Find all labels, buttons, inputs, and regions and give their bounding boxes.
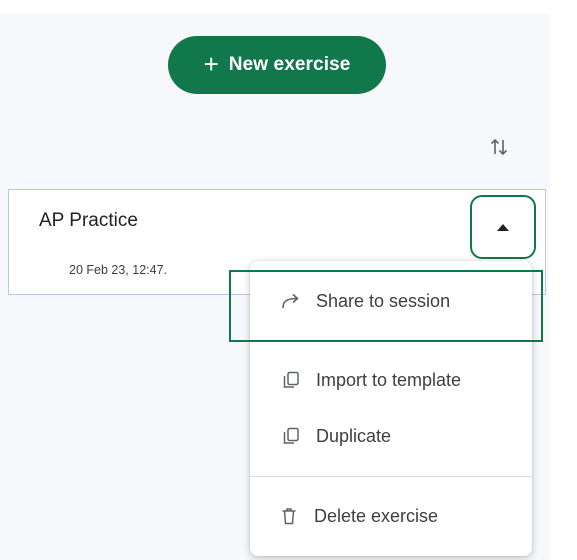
collapse-menu-button[interactable] bbox=[470, 195, 536, 259]
trash-icon bbox=[278, 505, 300, 527]
menu-item-label: Delete exercise bbox=[314, 505, 439, 526]
plus-icon: + bbox=[203, 49, 219, 79]
menu-divider bbox=[250, 476, 532, 477]
sort-arrows-icon[interactable] bbox=[486, 134, 512, 160]
exercise-title: AP Practice bbox=[39, 210, 138, 231]
exercise-options-menu: Share to session Import to template Dupl… bbox=[250, 261, 532, 556]
menu-item-share-to-session[interactable]: Share to session bbox=[250, 269, 532, 333]
caret-up-icon bbox=[497, 224, 509, 231]
new-exercise-button[interactable]: + New exercise bbox=[168, 36, 386, 94]
copy-icon bbox=[280, 425, 302, 447]
copy-icon bbox=[280, 369, 302, 391]
new-exercise-label: New exercise bbox=[228, 54, 351, 75]
menu-item-label: Duplicate bbox=[316, 425, 392, 446]
menu-item-delete-exercise[interactable]: Delete exercise bbox=[250, 492, 532, 540]
menu-item-label: Import to template bbox=[316, 369, 462, 390]
menu-item-import-to-template[interactable]: Import to template bbox=[250, 356, 532, 404]
menu-item-duplicate[interactable]: Duplicate bbox=[250, 412, 532, 460]
menu-divider bbox=[250, 340, 532, 341]
exercise-date: 20 Feb 23, 12:47. bbox=[69, 263, 167, 277]
menu-item-label: Share to session bbox=[316, 290, 451, 311]
share-arrow-icon bbox=[280, 290, 302, 312]
